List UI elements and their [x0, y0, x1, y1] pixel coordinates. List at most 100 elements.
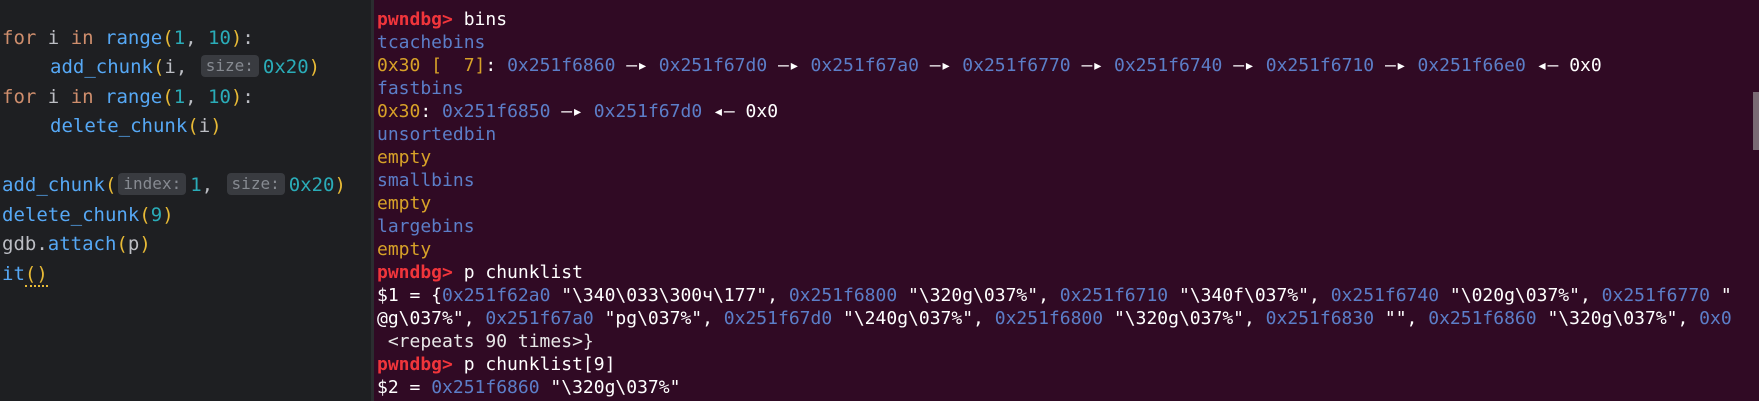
- bin-header: tcachebins: [377, 32, 486, 53]
- code-line: delete_chunk(i): [2, 110, 222, 143]
- bin-size: 0x30 [ 7]: [377, 55, 486, 76]
- pwndbg-terminal[interactable]: pwndbg> bins tcachebins 0x30 [ 7]: 0x251…: [374, 0, 1759, 401]
- arrow: ◂—: [1525, 55, 1570, 76]
- arrow: —▸: [1070, 55, 1114, 76]
- keyword: in: [70, 27, 94, 49]
- arrow: —▸: [550, 101, 594, 122]
- empty-label: empty: [377, 193, 432, 214]
- chunk-address: 0x251f6710: [1265, 55, 1375, 76]
- chunk-address: 0x251f67a0: [810, 55, 919, 76]
- keyword: for: [2, 27, 37, 49]
- number-literal: 9: [150, 204, 163, 226]
- bin-header: fastbins: [377, 78, 464, 99]
- number-literal: 1: [173, 27, 186, 49]
- inlay-hint-index: index:: [118, 173, 187, 195]
- colon: :: [485, 55, 508, 76]
- value-prefix: $1 = {: [377, 285, 443, 306]
- chunk-address: 0x251f6740: [1330, 285, 1440, 306]
- chunk-address: 0x251f6860: [507, 55, 616, 76]
- inlay-hint-size: size:: [200, 55, 259, 77]
- chunk-address: 0x251f67d0: [658, 55, 768, 76]
- chunk-address: 0x251f62a0: [442, 285, 551, 306]
- chunk-string: "pg\037%",: [593, 308, 724, 329]
- terminal-line: 0x30: 0x251f6850 —▸ 0x251f67d0 ◂— 0x0: [377, 100, 778, 123]
- terminal-line: @g\037%", 0x251f67a0 "pg\037%", 0x251f67…: [377, 307, 1732, 330]
- paren: ): [308, 56, 321, 78]
- number-literal: 1: [173, 86, 186, 108]
- code-editor-pane[interactable]: for i in range(1, 10): add_chunk(i, size…: [0, 0, 371, 401]
- chunk-address: 0x251f6800: [994, 308, 1104, 329]
- separator: ,: [201, 174, 225, 196]
- function-name: range: [105, 27, 163, 49]
- keyword: for: [2, 86, 37, 108]
- terminal-line: unsortedbin: [377, 123, 496, 146]
- identifier: p: [127, 233, 140, 255]
- chunk-address: 0x251f6850: [442, 101, 551, 122]
- chunk-address: 0x251f6830: [1265, 308, 1375, 329]
- null-pointer: 0x0: [745, 101, 779, 122]
- chunk-address: 0x251f67a0: [485, 308, 594, 329]
- chunk-address: 0x251f6740: [1114, 55, 1223, 76]
- null-pointer: 0x0: [1569, 55, 1602, 76]
- scrollbar-thumb[interactable]: [1753, 92, 1759, 150]
- function-name: attach: [47, 233, 117, 255]
- chunk-address: 0x0: [1699, 308, 1732, 329]
- number-literal: 10: [208, 27, 231, 49]
- code-line: gdb.attach(p): [2, 228, 151, 261]
- paren: (: [104, 174, 117, 196]
- chunk-address: 0x251f6710: [1059, 285, 1169, 306]
- arrow: —▸: [767, 55, 811, 76]
- code-line: it(): [2, 258, 48, 291]
- terminal-line: smallbins: [377, 169, 475, 192]
- bin-header: smallbins: [377, 170, 475, 191]
- call-parens: (): [24, 263, 48, 287]
- empty-label: empty: [377, 239, 432, 260]
- paren: ): [334, 174, 346, 196]
- arrow: ◂—: [702, 101, 746, 122]
- chunk-string: "\240g\037%",: [832, 308, 995, 329]
- chunk-address: 0x251f67d0: [593, 101, 703, 122]
- empty-label: empty: [377, 147, 432, 168]
- command: p chunklist: [452, 262, 583, 283]
- paren: ): [162, 204, 174, 226]
- paren: ): [210, 115, 222, 137]
- identifier: i,: [164, 56, 199, 78]
- paren: (: [116, 233, 128, 255]
- separator: ,: [185, 27, 209, 49]
- chunk-string: "",: [1374, 308, 1429, 329]
- terminal-line: <repeats 90 times>}: [377, 330, 594, 353]
- bin-size: 0x30: [377, 101, 421, 122]
- keyword: in: [70, 86, 94, 108]
- chunk-string: "\340f\037%",: [1168, 285, 1331, 306]
- chunk-address: 0x251f67d0: [723, 308, 833, 329]
- terminal-line: pwndbg> p chunklist: [377, 261, 583, 284]
- terminal-line: 0x30 [ 7]: 0x251f6860 —▸ 0x251f67d0 —▸ 0…: [377, 54, 1602, 77]
- chunk-address: 0x251f6800: [788, 285, 898, 306]
- colon: :: [420, 101, 443, 122]
- chunk-address: 0x251f6860: [1428, 308, 1537, 329]
- function-name: range: [105, 86, 163, 108]
- arrow: —▸: [1222, 55, 1266, 76]
- identifier: i: [198, 115, 211, 137]
- chunk-string: "\320g\037%",: [897, 285, 1060, 306]
- bin-header: largebins: [377, 216, 475, 237]
- separator: ,: [185, 86, 209, 108]
- chunk-address: 0x251f66e0: [1417, 55, 1526, 76]
- terminal-line: largebins: [377, 215, 475, 238]
- code-line: add_chunk(i, size: 0x20): [2, 51, 320, 84]
- function-name: it: [2, 263, 25, 285]
- command: bins: [452, 9, 508, 30]
- terminal-line: tcachebins: [377, 31, 485, 54]
- function-name: delete_chunk: [50, 115, 188, 137]
- arrow: —▸: [1374, 55, 1418, 76]
- chunk-string: "\020g\037%",: [1439, 285, 1602, 306]
- prompt: pwndbg>: [377, 9, 453, 30]
- terminal-line: empty: [377, 192, 431, 215]
- identifier: i: [47, 27, 60, 49]
- terminal-line: fastbins: [377, 77, 464, 100]
- chunk-string: "\340\033\300ч\177",: [550, 285, 789, 306]
- identifier: i: [47, 86, 60, 108]
- terminal-line: $1 = {0x251f62a0 "\340\033\300ч\177", 0x…: [377, 284, 1732, 307]
- chunk-address: 0x251f6860: [431, 377, 540, 398]
- dot: .: [36, 233, 48, 255]
